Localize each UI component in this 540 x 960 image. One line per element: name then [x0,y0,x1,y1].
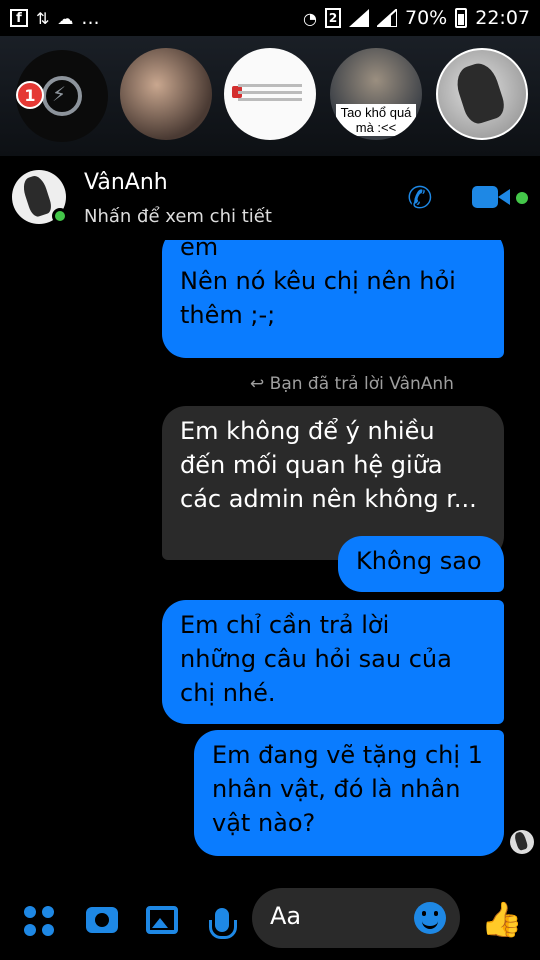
video-camera-lens [498,189,510,205]
chat-head-tao[interactable]: Tao khổ quá mà :<< [330,48,422,140]
avatar-figure [513,830,529,852]
message-line: Em chỉ cần trả lời [180,611,390,639]
reply-note: ↩ Bạn đã trả lời VânAnh [250,374,454,394]
avatar-figure [20,173,54,219]
cloud-icon: ☁ [57,8,74,28]
signal-icon-2 [377,9,397,27]
unread-badge: 1 [16,81,44,109]
message-line: Nên nó kêu chị nên hỏi [180,267,456,295]
chat-head-group[interactable] [120,48,212,140]
clock: 22:07 [475,7,530,29]
emoji-icon[interactable] [414,902,446,934]
message-line: em [180,240,219,261]
facebook-icon: f [10,9,28,27]
reply-note-text: Bạn đã trả lời VânAnh [269,374,454,394]
video-call-button[interactable] [472,182,510,212]
status-bar: f ⇅ ☁ ... ◔ 2 70% 22:07 [0,0,540,36]
more-actions-icon[interactable] [24,906,54,936]
signal-icon [349,9,369,27]
read-receipt-avatar [510,830,534,854]
data-transfer-icon: ⇅ [36,8,50,28]
messenger-icon [42,76,82,116]
chat-head-vananh[interactable] [436,48,528,140]
chat-head-caption: Tao khổ quá mà :<< [336,104,416,136]
message-line: những câu hỏi sau của [180,645,452,673]
message-line: Em đang vẽ tặng chị 1 [212,741,483,769]
message-list[interactable]: em Nên nó kêu chị nên hỏi thêm ;-; ↩ Bạn… [0,240,540,878]
battery-percent: 70% [405,7,448,29]
message-input-placeholder: Aa [270,902,302,930]
phone-icon: ✆ [407,180,433,216]
message-bubble-outgoing[interactable]: Em chỉ cần trả lời những câu hỏi sau của… [162,600,504,724]
message-line: Không sao [356,547,482,575]
thumbs-up-icon[interactable]: 👍 [481,900,523,940]
video-online-indicator [516,192,528,204]
message-bubble-outgoing[interactable]: em Nên nó kêu chị nên hỏi thêm ;-; [162,240,504,358]
online-indicator [52,208,68,224]
composer-bar: Aa 👍 [0,878,540,960]
contact-name[interactable]: VânAnh [84,170,168,195]
avatar-figure [452,59,508,127]
message-line: Em không để ý nhiều [180,417,435,445]
chat-head-document[interactable] [224,48,316,140]
message-line: đến mối quan hệ giữa [180,451,443,479]
status-bar-right: ◔ 2 70% 22:07 [303,7,530,29]
chat-heads-bar: 1 Tao khổ quá mà :<< [0,36,540,192]
phone-call-button[interactable]: ✆ [400,178,440,218]
contact-subtitle[interactable]: Nhấn để xem chi tiết [84,206,272,227]
status-bar-left: f ⇅ ☁ ... [10,7,100,29]
message-line: các admin nên không r... [180,485,477,513]
sim-icon: 2 [325,8,341,28]
message-line: chị nhé. [180,679,276,707]
battery-icon [455,8,468,28]
more-dots-icon: ... [81,7,100,29]
message-bubble-outgoing[interactable]: Em đang vẽ tặng chị 1 nhân vật, đó là nh… [194,730,504,856]
document-thumbnail-lines [238,84,302,105]
message-line: thêm ;-; [180,301,276,329]
chat-header[interactable]: VânAnh Nhấn để xem chi tiết ✆ [0,156,540,240]
reply-arrow-icon: ↩ [250,374,270,394]
message-bubble-outgoing[interactable]: Không sao [338,536,504,592]
wifi-icon: ◔ [303,8,317,28]
microphone-icon[interactable] [204,902,240,939]
image-icon[interactable] [144,902,180,938]
message-input[interactable]: Aa [252,888,460,948]
camera-icon[interactable] [84,902,120,938]
message-line: nhân vật, đó là nhân [212,775,461,803]
video-camera-icon [472,186,498,208]
message-line: vật nào? [212,809,316,837]
